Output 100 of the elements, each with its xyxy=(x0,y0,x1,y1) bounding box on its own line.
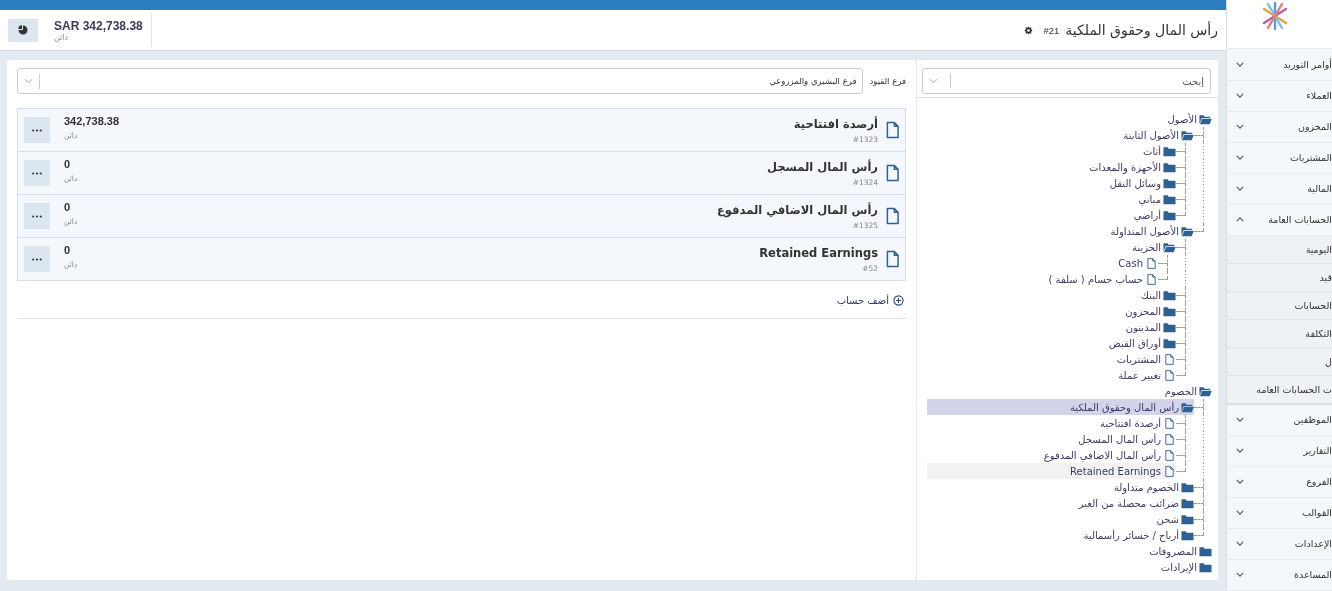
file-icon xyxy=(1163,449,1176,461)
chevron-down-icon xyxy=(1236,155,1244,161)
tree-item[interactable]: المشتريات xyxy=(927,351,1176,367)
tree-item[interactable]: رأس المال الاضافي المدفوع xyxy=(927,447,1176,463)
open-folder-icon xyxy=(1199,113,1212,125)
folder-icon xyxy=(1181,513,1194,525)
sidebar-item[interactable]: الإعدادات xyxy=(1227,528,1332,560)
sidebar-subitem[interactable]: اليومية xyxy=(1227,235,1332,264)
tree-item[interactable]: شحن xyxy=(927,511,1194,527)
tree-item[interactable]: الأجهزة والمعدات xyxy=(927,159,1176,175)
account-name[interactable]: أرصدة افتتاحية xyxy=(127,116,878,131)
sidebar-item[interactable]: القوالب xyxy=(1227,497,1332,529)
sidebar-subitem[interactable]: الحسابات xyxy=(1227,291,1332,320)
sidebar-subitem[interactable]: قيد xyxy=(1227,263,1332,292)
folder-icon xyxy=(1163,193,1176,205)
more-button[interactable] xyxy=(24,117,50,143)
more-button[interactable] xyxy=(24,246,50,272)
chevron-down-icon xyxy=(1236,93,1244,98)
chart-button[interactable] xyxy=(8,18,38,42)
tree-item[interactable]: أثاث xyxy=(927,143,1176,159)
tree-item[interactable]: تغيير عملة xyxy=(927,367,1176,383)
sidebar-item[interactable]: المساعدة xyxy=(1227,559,1332,591)
folder-icon xyxy=(1181,497,1194,509)
tree-item[interactable]: Cash xyxy=(927,255,1158,271)
search-field[interactable]: إبحث xyxy=(922,68,1211,94)
folder-icon xyxy=(1163,177,1176,189)
record-number: #21 xyxy=(1043,24,1060,36)
sidebar-subitem[interactable]: التكلفة xyxy=(1227,319,1332,348)
account-balance: 0 xyxy=(64,243,72,256)
open-folder-icon xyxy=(1199,385,1212,397)
tree-item[interactable]: الأصول الثابتة xyxy=(927,127,1194,143)
add-icon xyxy=(893,295,904,306)
sidebar-item[interactable]: التقارير xyxy=(1227,435,1332,467)
open-folder-icon xyxy=(1181,225,1194,237)
chevron-down-icon xyxy=(1236,572,1244,578)
tree-item[interactable]: رأس المال المسجل xyxy=(927,431,1176,447)
sidebar-item[interactable]: الحسابات العامة xyxy=(1227,204,1332,236)
tree-item[interactable]: الأصول المتداولة xyxy=(927,223,1194,239)
tree-item[interactable]: أراضي xyxy=(927,207,1176,223)
branch-select[interactable]: فرع البشيري والمزروعي xyxy=(17,68,864,94)
account-name[interactable]: رأس المال المسجل xyxy=(85,159,878,174)
folder-icon xyxy=(1199,561,1212,573)
open-folder-icon xyxy=(1181,401,1194,413)
sidebar-subitem[interactable]: ل xyxy=(1227,347,1332,376)
tree-item[interactable]: أرباح / خسائر رأسمالية xyxy=(927,527,1194,543)
more-icon xyxy=(32,171,42,175)
balance-type: دائن xyxy=(54,32,70,42)
tree-item[interactable]: الخصوم متداولة xyxy=(927,479,1194,495)
sidebar-item[interactable]: المخزون xyxy=(1227,111,1332,143)
chevron-down-icon xyxy=(24,78,33,84)
tree-item[interactable]: الخصوم xyxy=(927,383,1212,399)
account-name[interactable]: رأس المال الاضافي المدفوع xyxy=(85,202,878,217)
folder-icon xyxy=(1163,145,1176,157)
sidebar-item[interactable]: الفروع xyxy=(1227,466,1332,498)
chevron-down-icon xyxy=(1236,61,1244,67)
sidebar-item[interactable]: المشتريات xyxy=(1227,142,1332,174)
tree-item[interactable]: المخزون xyxy=(927,303,1176,319)
sidebar-item[interactable]: أوامر التوريد xyxy=(1227,49,1332,81)
tree-item[interactable]: رأس المال وحقوق الملكية xyxy=(927,399,1194,415)
folder-icon xyxy=(1163,337,1176,349)
tree-item[interactable]: مباني xyxy=(927,191,1176,207)
file-icon xyxy=(1163,433,1176,445)
add-account-link[interactable]: أضف حساب xyxy=(836,295,904,306)
sidebar-item[interactable]: العملاء xyxy=(1227,80,1332,112)
tree-item[interactable]: الإيرادات xyxy=(927,559,1212,575)
tree-item[interactable]: أرصدة افتتاحية xyxy=(927,415,1176,431)
tree-item[interactable]: أوراق القبض xyxy=(927,335,1176,351)
folder-icon xyxy=(1181,529,1194,541)
tree-item[interactable]: وسائل النقل xyxy=(927,175,1176,191)
folder-icon xyxy=(1163,209,1176,221)
tree-item[interactable]: المصروفات xyxy=(927,543,1212,559)
tree-item[interactable]: المدينون xyxy=(927,319,1176,335)
more-button[interactable] xyxy=(24,160,50,186)
file-icon xyxy=(1163,417,1176,429)
account-balance: 0 xyxy=(64,157,72,170)
more-icon xyxy=(32,214,42,218)
sidebar-item[interactable]: المالية xyxy=(1227,173,1332,205)
more-icon xyxy=(32,257,42,261)
folder-icon xyxy=(1199,545,1212,557)
chevron-down-icon xyxy=(1236,479,1244,485)
tree-item[interactable]: الأصول xyxy=(927,111,1212,127)
file-icon xyxy=(1163,465,1176,477)
settings-icon[interactable] xyxy=(1024,25,1034,35)
folder-icon xyxy=(1163,289,1176,301)
sidebar-subitem[interactable]: ت الحسابات العامه xyxy=(1227,375,1332,404)
account-name[interactable]: Retained Earnings xyxy=(85,245,878,260)
filter-label: فرع القيود xyxy=(869,76,906,86)
tree-item[interactable]: الخزينة xyxy=(927,239,1176,255)
chevron-down-icon xyxy=(929,78,938,84)
tree-item[interactable]: البنك xyxy=(927,287,1176,303)
more-button[interactable] xyxy=(24,203,50,229)
tree-item[interactable]: حساب حسام ( سلفة ) xyxy=(927,271,1158,287)
sidebar-item[interactable]: الموظفين xyxy=(1227,404,1332,436)
chevron-down-icon xyxy=(1236,448,1244,454)
tree-item[interactable]: Retained Earnings xyxy=(927,463,1176,479)
pie-chart-icon xyxy=(18,25,28,35)
file-icon xyxy=(886,121,899,139)
file-icon xyxy=(886,164,899,182)
more-icon xyxy=(32,128,42,132)
tree-item[interactable]: ضرائب محصلة من الغير xyxy=(927,495,1194,511)
